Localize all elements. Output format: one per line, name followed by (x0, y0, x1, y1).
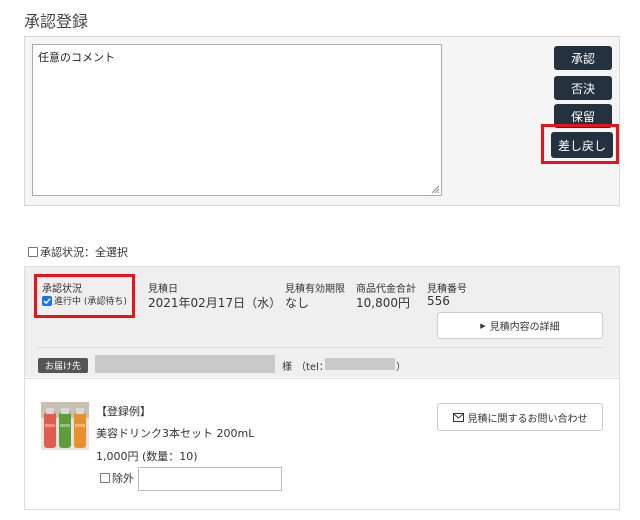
product-name: 美容ドリンク3本セット 200mL (96, 427, 255, 440)
masked-recipient-name (95, 355, 275, 373)
caret-right-icon: ▶ (480, 321, 486, 330)
inquiry-label: 見積に関するお問い合わせ (467, 413, 588, 425)
quote-detail-button[interactable]: ▶ 見積内容の詳細 (437, 312, 603, 339)
divider (24, 378, 620, 379)
expiry-label: 見積有効期限 (285, 284, 345, 295)
checkbox-icon[interactable] (28, 247, 38, 257)
product-tag: 【登録例】 (96, 405, 151, 418)
checkbox-icon[interactable] (100, 473, 110, 483)
page-title: 承認登録 (24, 12, 89, 31)
product-thumbnail (41, 402, 89, 450)
quote-date-label: 見積日 (148, 284, 178, 295)
honorific-suffix: 様 (282, 362, 292, 373)
tel-suffix: ） (396, 362, 406, 373)
total-value: 10,800円 (356, 296, 410, 310)
approve-button[interactable]: 承認 (554, 46, 612, 70)
select-all-checkbox[interactable]: 承認状況：全選択 (28, 244, 128, 260)
highlight-status (34, 274, 135, 318)
exclude-label: 除外 (112, 472, 134, 485)
quote-number-value: 556 (427, 294, 450, 308)
masked-phone (325, 358, 395, 370)
inquiry-button[interactable]: 見積に関するお問い合わせ (437, 403, 603, 431)
select-all-label: 承認状況：全選択 (40, 246, 128, 259)
resize-grip-icon[interactable] (431, 185, 439, 193)
mail-icon (452, 412, 464, 422)
quote-date-value: 2021年02月17日（水） (148, 296, 282, 310)
total-label: 商品代金合計 (356, 284, 416, 295)
quote-number-label: 見積番号 (427, 284, 467, 295)
product-price: 1,000円 (数量：10) (96, 450, 198, 463)
highlight-send-back (541, 124, 619, 164)
expiry-value: なし (285, 296, 310, 310)
tel-prefix: （tel： (296, 362, 329, 373)
quote-detail-label: 見積内容の詳細 (489, 322, 560, 333)
divider (36, 347, 606, 348)
delivery-badge: お届け先 (38, 358, 88, 373)
comment-textarea[interactable]: 任意のコメント (32, 44, 442, 196)
reject-button[interactable]: 否決 (554, 76, 612, 100)
exclude-checkbox[interactable]: 除外 (100, 470, 134, 486)
exclude-reason-input[interactable] (138, 467, 282, 491)
comment-text: 任意のコメント (38, 51, 115, 64)
